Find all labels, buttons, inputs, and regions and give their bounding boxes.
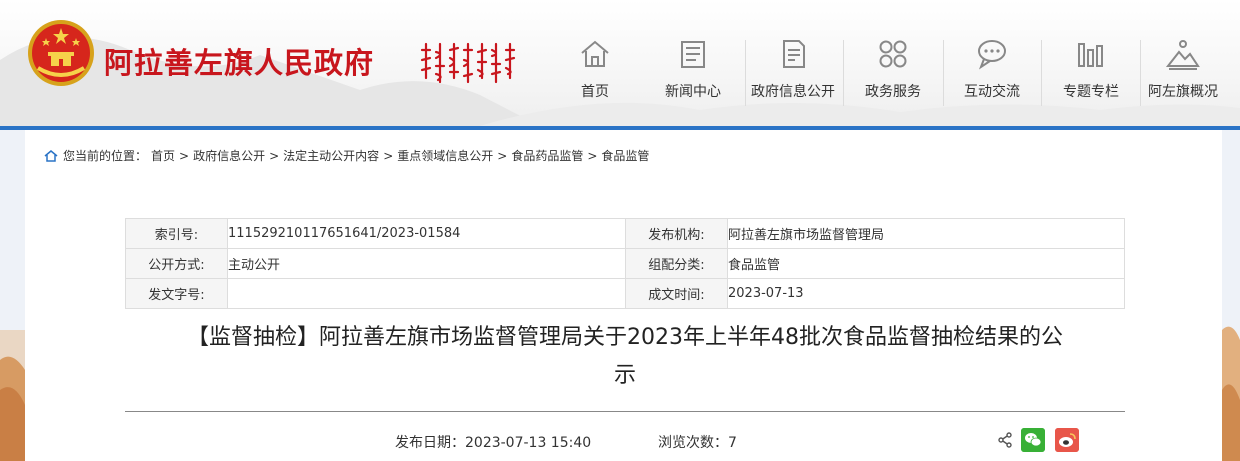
wechat-share-icon[interactable]: [1021, 428, 1045, 452]
news-icon: [681, 41, 705, 68]
weibo-share-icon[interactable]: [1055, 428, 1079, 452]
view-count-value: 7: [728, 435, 737, 451]
breadcrumb-separator: >: [587, 148, 598, 163]
breadcrumb: 您当前的位置： 首页 > 政府信息公开 > 法定主动公开内容 > 重点领域信息公…: [44, 147, 653, 164]
mountain-icon: [1165, 40, 1200, 70]
breadcrumb-separator: >: [383, 148, 394, 163]
nav-item-gov-info[interactable]: 政府信息公开: [743, 0, 843, 126]
document-icon: [783, 40, 805, 68]
view-count-label: 浏览次数：: [658, 435, 728, 451]
breadcrumb-link-food-drug[interactable]: 食品药品监管: [511, 147, 583, 164]
publish-date-value: 2023-07-13 15:40: [465, 435, 592, 451]
nav-item-news[interactable]: 新闻中心: [643, 0, 743, 126]
desert-background-left: [0, 130, 25, 461]
nav-label: 阿左旗概况: [1148, 84, 1218, 100]
nav-item-overview[interactable]: 阿左旗概况: [1133, 0, 1233, 126]
index-label: 索引号:: [125, 218, 228, 249]
publisher-value: 阿拉善左旗市场监督管理局: [727, 218, 1125, 249]
nav-label: 首页: [581, 84, 609, 100]
grid-icon: [879, 40, 907, 68]
method-value: 主动公开: [227, 248, 626, 279]
nav-label: 政府信息公开: [751, 84, 835, 100]
article-title-line: 【监督抽检】阿拉善左旗市场监督管理局关于2023年上半年48批次食品监督抽检结果…: [187, 325, 1063, 350]
columns-icon: [1078, 43, 1103, 67]
breadcrumb-link-key-areas[interactable]: 重点领域信息公开: [397, 147, 493, 164]
table-row: 发文字号: 成文时间: 2023-07-13: [125, 278, 1125, 309]
nav-label: 政务服务: [865, 84, 921, 100]
article-title: 【监督抽检】阿拉善左旗市场监督管理局关于2023年上半年48批次食品监督抽检结果…: [125, 319, 1125, 395]
desert-background-right: [1222, 130, 1240, 461]
breadcrumb-link-gov-info[interactable]: 政府信息公开: [193, 147, 265, 164]
view-count: 浏览次数：7: [658, 432, 737, 452]
method-label: 公开方式:: [125, 248, 228, 279]
docno-label: 发文字号:: [125, 278, 228, 309]
nav-label: 新闻中心: [665, 84, 721, 100]
table-row: 公开方式: 主动公开 组配分类: 食品监管: [125, 248, 1125, 279]
national-emblem-icon[interactable]: [26, 18, 96, 88]
category-label: 组配分类:: [625, 248, 728, 279]
nav-item-services[interactable]: 政务服务: [843, 0, 943, 126]
share-icon[interactable]: [997, 432, 1013, 448]
docno-value: [227, 278, 626, 309]
breadcrumb-link-statutory[interactable]: 法定主动公开内容: [283, 147, 379, 164]
site-title[interactable]: 阿拉善左旗人民政府: [104, 40, 374, 82]
nav-item-topics[interactable]: 专题专栏: [1041, 0, 1141, 126]
breadcrumb-separator: >: [179, 148, 190, 163]
breadcrumb-link-food[interactable]: 食品监管: [601, 147, 649, 164]
nav-item-home[interactable]: 首页: [545, 0, 645, 126]
category-value: 食品监管: [727, 248, 1125, 279]
chat-icon: [978, 40, 1006, 70]
home-icon: [44, 149, 58, 162]
date-value: 2023-07-13: [727, 278, 1125, 309]
breadcrumb-separator: >: [497, 148, 508, 163]
index-value: 111529210117651641/2023-01584: [227, 218, 626, 249]
article-title-line: 示: [613, 363, 636, 388]
publish-date-label: 发布日期：: [395, 435, 465, 451]
nav-label: 专题专栏: [1063, 84, 1119, 100]
home-icon: [581, 40, 609, 67]
breadcrumb-separator: >: [269, 148, 280, 163]
document-meta-table: 索引号: 111529210117651641/2023-01584 发布机构:…: [125, 218, 1125, 309]
breadcrumb-prefix: 您当前的位置：: [63, 149, 148, 163]
publish-date: 发布日期：2023-07-13 15:40: [395, 432, 591, 452]
table-row: 索引号: 111529210117651641/2023-01584 发布机构:…: [125, 218, 1125, 249]
nav-label: 互动交流: [964, 84, 1020, 100]
date-label: 成文时间:: [625, 278, 728, 309]
title-divider: [125, 411, 1125, 412]
nav-item-interaction[interactable]: 互动交流: [942, 0, 1042, 126]
publisher-label: 发布机构:: [625, 218, 728, 249]
breadcrumb-link-home[interactable]: 首页: [151, 147, 175, 164]
mongolian-script-logo: [420, 42, 516, 84]
